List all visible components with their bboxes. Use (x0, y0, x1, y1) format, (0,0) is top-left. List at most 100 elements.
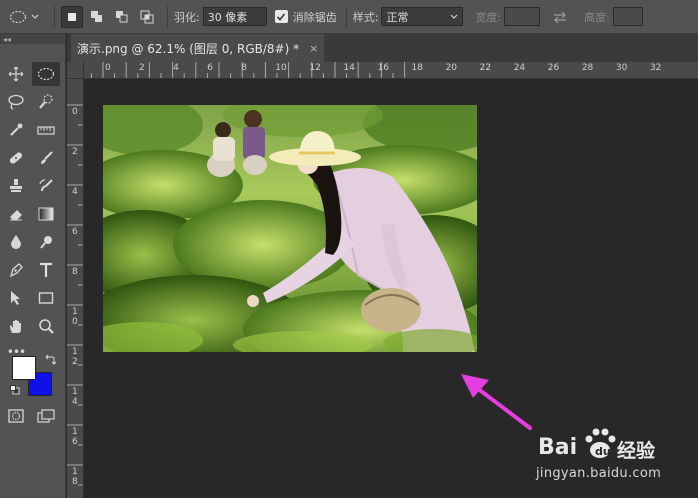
ruler-label: 18 (72, 467, 78, 487)
close-tab-icon[interactable]: × (309, 42, 318, 55)
annotation-arrow (461, 374, 532, 430)
ruler-label: 10 (72, 307, 78, 327)
ruler-label: 16 (377, 63, 389, 73)
style-select-value: 正常 (386, 10, 409, 24)
add-to-selection-button[interactable] (86, 6, 108, 28)
blur-tool[interactable] (2, 230, 30, 254)
foreground-color-swatch[interactable] (12, 356, 36, 380)
stamp-icon (10, 179, 22, 192)
intersect-selection-button[interactable] (136, 6, 158, 28)
photoshop-window: 羽化: 30 像素 消除锯齿 样式: 正常 宽度: 高度: ◂◂ ••• 演示.… (0, 0, 698, 498)
clone-stamp-tool[interactable] (2, 174, 30, 198)
healing-brush-tool[interactable] (2, 146, 30, 170)
ruler-label: 0 (105, 63, 111, 73)
style-select[interactable]: 正常 (381, 7, 464, 26)
pen-tool[interactable] (2, 258, 30, 282)
width-input[interactable] (504, 7, 541, 26)
ruler-label: 26 (547, 63, 560, 73)
ruler-origin[interactable] (67, 62, 84, 79)
feather-label: 羽化: (174, 10, 200, 24)
move-icon (8, 66, 24, 82)
droplet-icon (11, 235, 21, 249)
move-tool[interactable] (2, 62, 30, 86)
tool-preset-picker[interactable] (0, 0, 48, 34)
baidu-brand-text: Bai (538, 435, 577, 460)
ruler-label: 6 (207, 63, 213, 73)
screen-mode-icon (37, 409, 55, 423)
intersect-selection-icon (140, 10, 154, 23)
hand-icon (10, 320, 21, 333)
history-brush-icon (39, 179, 53, 192)
ruler-label: 10 (275, 63, 287, 73)
quick-selection-tool[interactable] (32, 90, 60, 114)
rectangle-tool[interactable] (32, 286, 60, 310)
ruler-label: 0 (72, 107, 78, 117)
paw-icon: du (585, 428, 616, 458)
ruler-label: 8 (241, 63, 247, 73)
swap-width-height-icon[interactable] (552, 11, 568, 23)
hand-tool[interactable] (2, 314, 30, 338)
watermark-url: jingyan.baidu.com (536, 466, 662, 481)
horizontal-ruler[interactable]: 0 2 4 6 8 10 12 14 16 18 20 22 24 26 28 30 32 (84, 62, 698, 79)
lasso-tool[interactable] (2, 90, 30, 114)
swap-colors-icon[interactable] (44, 354, 56, 366)
quick-mask-button[interactable] (2, 404, 30, 428)
crop-tool[interactable] (2, 118, 30, 142)
add-selection-icon (91, 10, 102, 22)
arrow-pointer-icon (11, 291, 20, 305)
rectangle-icon (38, 292, 54, 304)
toolbox-collapse-button[interactable]: ◂◂ (0, 34, 65, 44)
ruler-label: 20 (445, 63, 458, 73)
tea-picking-photo (103, 105, 477, 352)
eraser-tool[interactable] (2, 202, 30, 226)
ruler-tool[interactable] (32, 118, 60, 142)
ruler-label: 18 (411, 63, 423, 73)
vertical-ruler[interactable]: 0 2 4 6 8 10 12 14 16 18 (67, 79, 84, 498)
elliptical-marquee-tool[interactable] (32, 62, 60, 86)
antialias-checkbox[interactable] (274, 10, 288, 23)
screen-mode-button[interactable] (32, 404, 60, 428)
options-bar: 羽化: 30 像素 消除锯齿 样式: 正常 宽度: 高度: (0, 0, 698, 34)
toolbox: ◂◂ ••• (0, 34, 66, 498)
type-tool[interactable] (32, 258, 60, 282)
divider (345, 5, 347, 28)
new-selection-icon (68, 12, 76, 21)
height-input[interactable] (612, 7, 643, 26)
ruler-label: 22 (479, 63, 492, 73)
checkmark-icon (277, 12, 286, 21)
ruler-label: 6 (72, 227, 78, 237)
bandage-icon (9, 152, 23, 164)
brush-tool[interactable] (32, 146, 60, 170)
new-selection-button[interactable] (61, 5, 83, 28)
path-selection-tool[interactable] (2, 286, 30, 310)
ruler-label: 4 (173, 63, 179, 73)
document-tab[interactable]: 演示.png @ 62.1% (图层 0, RGB/8#) * × (71, 34, 325, 62)
history-brush-tool[interactable] (32, 174, 60, 198)
zoom-tool[interactable] (32, 314, 60, 338)
elliptical-marquee-icon (37, 67, 55, 81)
document-tab-title: 演示.png @ 62.1% (图层 0, RGB/8#) * (77, 41, 300, 56)
type-icon (40, 262, 52, 277)
default-colors-icon[interactable] (10, 385, 20, 395)
pen-icon (9, 263, 23, 278)
eraser-icon (10, 210, 22, 221)
svg-text:du: du (595, 445, 611, 458)
gradient-tool[interactable] (32, 202, 60, 226)
elliptical-marquee-icon (9, 10, 27, 23)
subtract-selection-icon (116, 10, 128, 22)
style-label: 样式: (352, 10, 379, 24)
ruler-label: 14 (343, 63, 355, 73)
quick-mask-icon (8, 409, 24, 423)
dodge-tool[interactable] (32, 230, 60, 254)
chevron-down-icon (31, 14, 39, 19)
document-image[interactable] (103, 105, 477, 352)
gradient-icon (38, 207, 54, 221)
subtract-from-selection-button[interactable] (111, 6, 133, 28)
chevron-down-icon (451, 14, 458, 19)
feather-input[interactable]: 30 像素 (202, 7, 267, 26)
ruler-label: 2 (139, 63, 145, 73)
ruler-label: 24 (513, 63, 526, 73)
ruler-label: 8 (72, 267, 78, 277)
brush-icon (41, 151, 53, 164)
height-label: 高度: (584, 10, 610, 24)
